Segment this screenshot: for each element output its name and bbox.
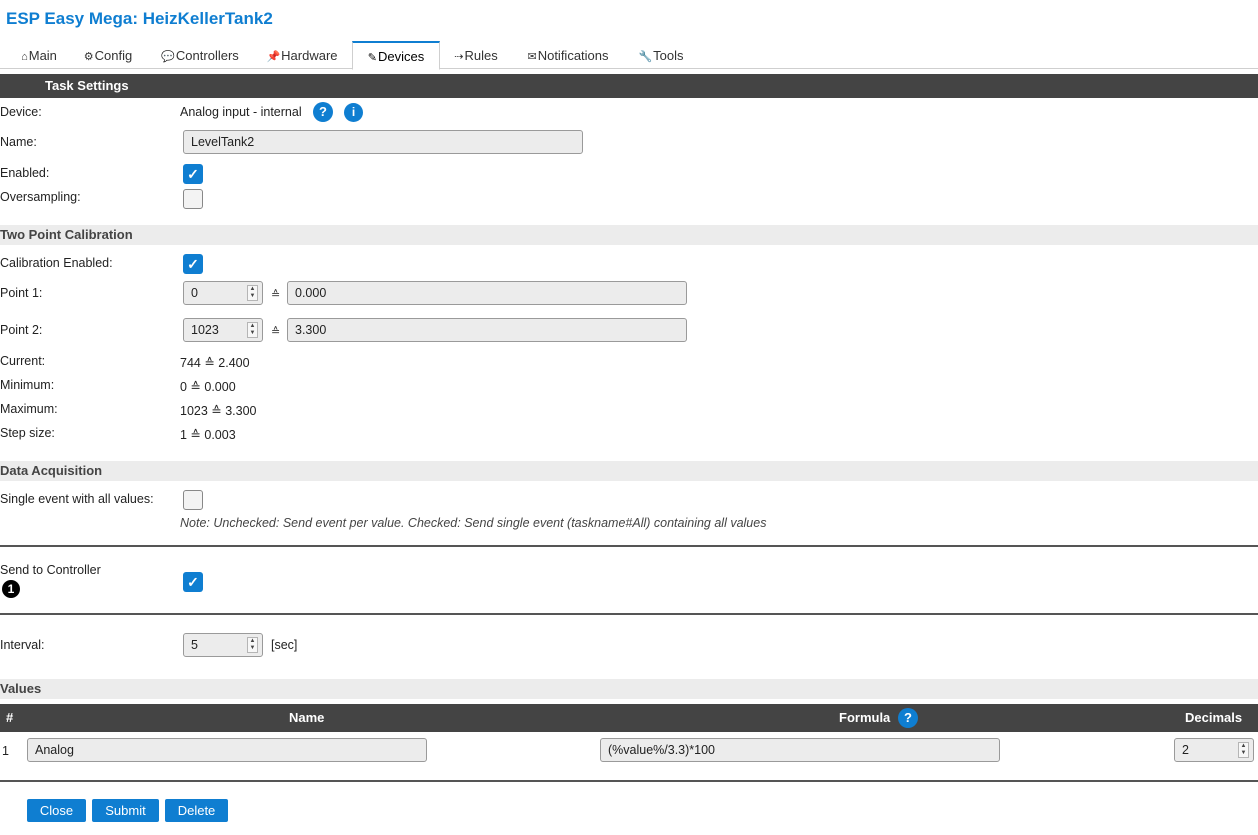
wrench-icon: 🔧 [638,51,653,63]
info-icon[interactable]: i [344,103,363,122]
calibration-enabled-checkbox[interactable]: ✓ [183,254,203,274]
values-table-header: # Name Formula ? Decimals [0,704,1258,732]
point2-label: Point 2: [0,323,43,337]
help-icon[interactable]: ? [313,102,333,122]
delete-button[interactable]: Delete [165,799,228,822]
maximum-value: 1023 ≙ 3.300 [180,404,257,418]
calibration-enabled-label: Calibration Enabled: [0,256,113,270]
equals-icon: ≙ [271,326,281,338]
tab-main[interactable]: ⌂Main [18,41,60,69]
spinner-icon[interactable]: ▲ ▼ [1238,742,1249,758]
divider [0,545,1258,547]
point1-adc-input[interactable]: 0 ▲ ▼ [183,281,263,305]
point2-value-input[interactable]: 3.300 [287,318,687,342]
tab-hardware[interactable]: 📌Hardware [264,41,340,69]
send-to-controller-label: Send to Controller [0,563,101,577]
controller-number-badge: 1 [2,580,20,598]
oversampling-label: Oversampling: [0,190,81,204]
send-to-controller-checkbox[interactable]: ✓ [183,572,203,592]
value-name-input[interactable]: Analog [27,738,427,762]
interval-label: Interval: [0,638,45,652]
spinner-icon[interactable]: ▲ ▼ [247,637,258,653]
spinner-icon[interactable]: ▲ ▼ [247,285,258,301]
page-title: ESP Easy Mega: HeizKellerTank2 [6,9,273,28]
values-section-header: Values [0,679,1258,699]
point2-adc-input[interactable]: 1023 ▲ ▼ [183,318,263,342]
formula-help-icon[interactable]: ? [898,708,918,728]
divider [0,780,1258,782]
enabled-label: Enabled: [0,166,50,180]
name-label: Name: [0,135,37,149]
tab-config[interactable]: ⚙Config [82,41,134,69]
interval-input[interactable]: 5 ▲ ▼ [183,633,263,657]
minimum-value: 0 ≙ 0.000 [180,380,236,394]
tab-controllers[interactable]: 💬Controllers [158,41,242,69]
minimum-label: Minimum: [0,378,55,392]
close-button[interactable]: Close [27,799,86,822]
maximum-label: Maximum: [0,402,58,416]
pushpin-icon: 📌 [266,51,281,63]
current-label: Current: [0,354,46,368]
single-event-label: Single event with all values: [0,492,154,506]
column-decimals: Decimals [1185,710,1243,725]
speech-bubble-icon: 💬 [161,51,175,63]
envelope-icon: ✉ [527,51,537,63]
device-value: Analog input - internal [180,105,302,119]
single-event-checkbox[interactable] [183,490,203,510]
formula-input[interactable]: (%value%/3.3)*100 [600,738,1000,762]
current-value: 744 ≙ 2.400 [180,356,250,370]
step-size-value: 1 ≙ 0.003 [180,428,236,442]
divider [0,613,1258,615]
calibration-section-header: Two Point Calibration [0,225,1258,245]
task-settings-header: Task Settings [0,74,1258,98]
tab-devices[interactable]: ✎Devices [352,41,440,70]
submit-button[interactable]: Submit [92,799,159,822]
oversampling-checkbox[interactable] [183,189,203,209]
single-event-note: Note: Unchecked: Send event per value. C… [180,516,767,530]
column-formula: Formula [839,710,891,725]
spinner-icon[interactable]: ▲ ▼ [247,322,258,338]
main-tab-bar: ⌂Main ⚙Config 💬Controllers 📌Hardware ✎De… [0,41,1258,70]
tab-rules[interactable]: ⇢Rules [452,41,500,69]
point1-label: Point 1: [0,286,43,300]
column-name: Name [289,710,325,725]
pencil-icon: ✎ [367,52,377,64]
column-index: # [6,710,14,725]
step-size-label: Step size: [0,426,55,440]
task-name-input[interactable]: LevelTank2 [183,130,583,154]
point1-value-input[interactable]: 0.000 [287,281,687,305]
equals-icon: ≙ [271,289,281,301]
tab-tools[interactable]: 🔧Tools [636,41,686,69]
interval-unit: [sec] [271,638,298,652]
data-acquisition-section-header: Data Acquisition [0,461,1258,481]
decimals-input[interactable]: 2 ▲ ▼ [1174,738,1254,762]
arrow-icon: ⇢ [454,51,464,63]
home-icon: ⌂ [21,51,28,63]
row-index: 1 [2,744,9,758]
gear-icon: ⚙ [83,51,94,63]
tab-notifications[interactable]: ✉Notifications [524,41,612,69]
device-label: Device: [0,105,42,119]
enabled-checkbox[interactable]: ✓ [183,164,203,184]
